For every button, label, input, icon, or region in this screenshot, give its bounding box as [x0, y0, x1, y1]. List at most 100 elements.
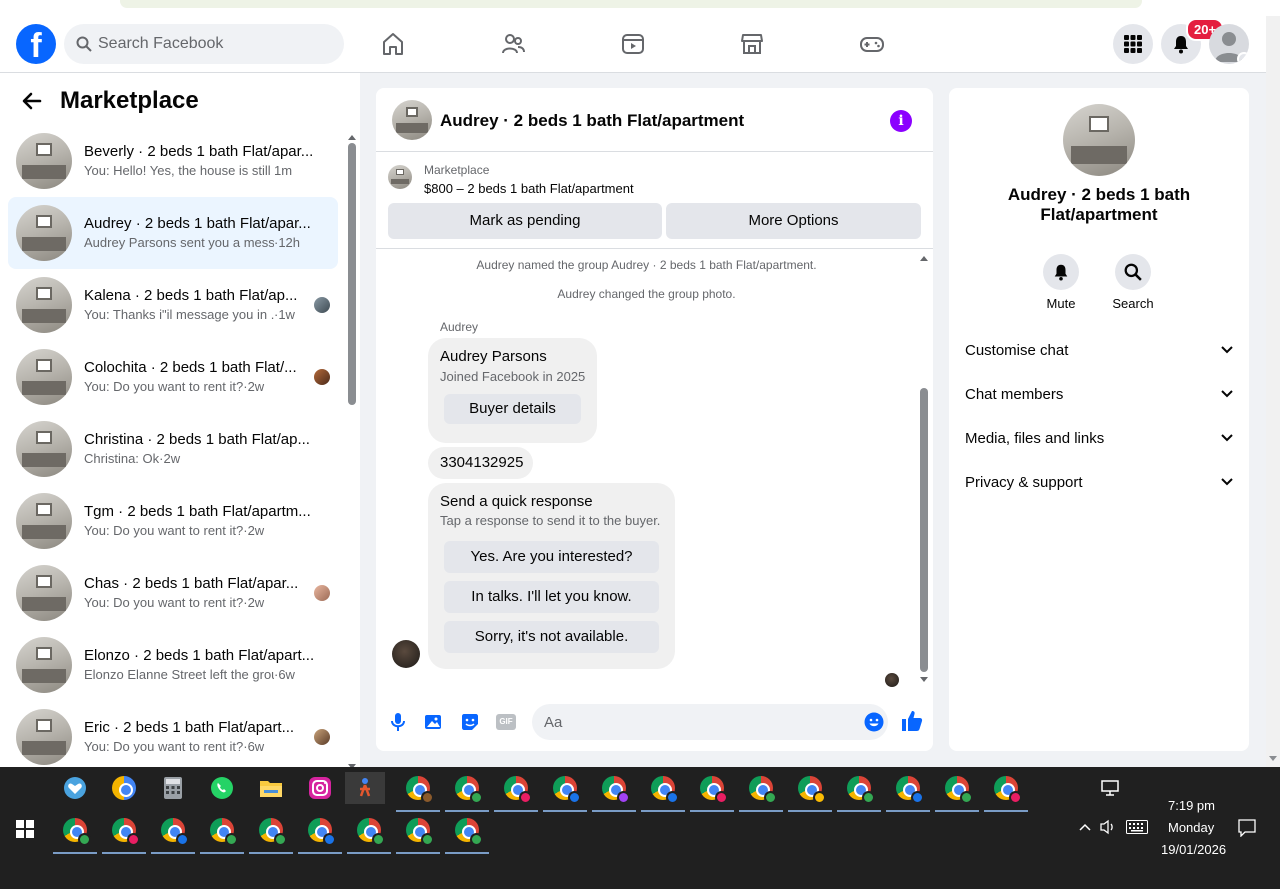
taskbar-app-icon[interactable] — [108, 772, 140, 804]
instagram-icon — [309, 777, 331, 799]
chrome-profile-window[interactable] — [739, 772, 783, 812]
chrome-profile-window[interactable] — [151, 814, 195, 854]
clock-date[interactable]: 19/01/2026 — [1161, 842, 1226, 857]
message-input[interactable] — [544, 713, 844, 731]
chrome-profile-window[interactable] — [396, 772, 440, 812]
chrome-profile-window[interactable] — [396, 814, 440, 854]
quick-response-card: Send a quick response Tap a response to … — [428, 483, 675, 669]
gif-icon[interactable]: GIF — [494, 710, 518, 734]
conversation-item[interactable]: Tgm · 2 beds 1 bath Flat/apartm... You: D… — [8, 485, 338, 557]
back-arrow-icon[interactable] — [20, 89, 44, 113]
facebook-logo[interactable]: f — [16, 24, 56, 64]
gaming-icon[interactable] — [852, 26, 892, 62]
message-input-box[interactable] — [532, 704, 888, 740]
chrome-profile-window[interactable] — [592, 772, 636, 812]
video-icon[interactable] — [613, 26, 653, 62]
chrome-profile-window[interactable] — [543, 772, 587, 812]
taskbar-app-icon[interactable] — [304, 772, 336, 804]
notification-center-icon[interactable] — [1238, 819, 1256, 837]
conversation-item[interactable]: Elonzo · 2 beds 1 bath Flat/apart... Elon… — [8, 629, 338, 701]
chrome-profile-window[interactable] — [494, 772, 538, 812]
chrome-profile-window[interactable] — [445, 814, 489, 854]
conversation-item[interactable]: Colochita · 2 beds 1 bath Flat/... You: D… — [8, 341, 338, 413]
chrome-profile-window[interactable] — [445, 772, 489, 812]
chrome-icon — [308, 818, 336, 846]
chrome-profile-window[interactable] — [200, 814, 244, 854]
chrome-profile-window[interactable] — [249, 814, 293, 854]
conversation-time: ·6w — [243, 739, 265, 754]
conversation-item[interactable]: Eric · 2 beds 1 bath Flat/apart... You: D… — [8, 701, 338, 773]
listing-thumbnail[interactable] — [388, 165, 412, 189]
home-icon[interactable] — [373, 26, 413, 62]
clock-day[interactable]: Monday — [1168, 820, 1214, 835]
row-label: Media, files and links — [965, 429, 1105, 447]
conversation-item[interactable]: Kalena · 2 beds 1 bath Flat/ap... You: Th… — [8, 269, 338, 341]
taskbar-app-icon-active[interactable] — [345, 772, 385, 804]
account-avatar[interactable] — [1209, 24, 1249, 64]
mute-button[interactable]: Mute — [1031, 254, 1091, 311]
conversation-item[interactable]: Beverly · 2 beds 1 bath Flat/apar... You:… — [8, 125, 338, 197]
browser-omnibox[interactable] — [120, 0, 1142, 8]
search-box[interactable] — [64, 24, 344, 64]
keyboard-icon[interactable] — [1126, 820, 1148, 834]
taskbar-app-icon[interactable] — [255, 772, 287, 804]
chrome-profile-window[interactable] — [298, 814, 342, 854]
conversation-list-scrollbar[interactable] — [347, 135, 357, 769]
friends-icon[interactable] — [493, 26, 533, 62]
search-chat-button[interactable]: Search — [1103, 254, 1163, 311]
message-bubble[interactable]: 3304132925 — [428, 447, 533, 479]
chat-avatar[interactable] — [392, 100, 432, 140]
volume-icon[interactable] — [1100, 819, 1116, 835]
privacy-support-row[interactable]: Privacy & support — [965, 460, 1233, 504]
chrome-profile-window[interactable] — [788, 772, 832, 812]
conversation-title: Chas · 2 beds 1 bath Flat/apar... — [84, 575, 299, 592]
conversation-item[interactable]: Christina · 2 beds 1 bath Flat/ap... Chri… — [8, 413, 338, 485]
conversation-item-selected[interactable]: Audrey · 2 beds 1 bath Flat/apar... Audre… — [8, 197, 338, 269]
chat-scrollbar[interactable] — [919, 254, 929, 684]
thumbs-up-icon[interactable] — [899, 708, 925, 734]
microphone-icon[interactable] — [386, 710, 410, 734]
chat-members-row[interactable]: Chat members — [965, 372, 1233, 416]
menu-grid-button[interactable] — [1113, 24, 1153, 64]
chrome-profile-window[interactable] — [53, 814, 97, 854]
chrome-profile-window[interactable] — [641, 772, 685, 812]
search-input[interactable] — [98, 35, 318, 53]
listing-price[interactable]: $800 – 2 beds 1 bath Flat/apartment — [424, 181, 634, 196]
quick-response-option[interactable]: In talks. I'll let you know. — [444, 581, 659, 613]
customise-chat-row[interactable]: Customise chat — [965, 328, 1233, 372]
clock-time[interactable]: 7:19 pm — [1168, 798, 1215, 813]
system-message: Audrey changed the group photo. — [557, 287, 736, 301]
search-icon — [1124, 263, 1142, 281]
chrome-profile-window[interactable] — [984, 772, 1028, 812]
info-icon[interactable]: i — [890, 110, 912, 132]
windows-start-icon[interactable] — [16, 820, 34, 838]
taskbar-app-icon[interactable] — [157, 772, 189, 804]
quick-response-title: Send a quick response — [440, 493, 593, 510]
chrome-profile-window[interactable] — [347, 814, 391, 854]
group-avatar[interactable] — [1063, 104, 1135, 176]
chrome-profile-window[interactable] — [935, 772, 979, 812]
chevron-up-icon[interactable] — [1079, 823, 1091, 831]
photo-icon[interactable] — [422, 710, 446, 734]
marketplace-icon[interactable] — [732, 26, 772, 62]
taskbar-app-icon[interactable] — [59, 772, 91, 804]
listing-category: Marketplace — [424, 163, 490, 177]
chrome-profile-window[interactable] — [690, 772, 734, 812]
sticker-icon[interactable] — [458, 710, 482, 734]
buyer-details-button[interactable]: Buyer details — [444, 394, 581, 424]
mark-as-pending-button[interactable]: Mark as pending — [388, 203, 662, 239]
chrome-profile-window[interactable] — [886, 772, 930, 812]
network-icon[interactable] — [1101, 780, 1119, 796]
conversation-item[interactable]: Chas · 2 beds 1 bath Flat/apar... You: Do… — [8, 557, 338, 629]
emoji-icon[interactable] — [864, 712, 884, 732]
page-scrollbar[interactable] — [1266, 16, 1280, 767]
chrome-profile-window[interactable] — [837, 772, 881, 812]
media-files-links-row[interactable]: Media, files and links — [965, 416, 1233, 460]
chat-title[interactable]: Audrey · 2 beds 1 bath Flat/apartment — [440, 111, 744, 131]
quick-response-option[interactable]: Yes. Are you interested? — [444, 541, 659, 573]
quick-response-option[interactable]: Sorry, it's not available. — [444, 621, 659, 653]
chrome-profile-window[interactable] — [102, 814, 146, 854]
taskbar-app-icon[interactable] — [206, 772, 238, 804]
sender-avatar[interactable] — [392, 640, 420, 668]
more-options-button[interactable]: More Options — [666, 203, 921, 239]
